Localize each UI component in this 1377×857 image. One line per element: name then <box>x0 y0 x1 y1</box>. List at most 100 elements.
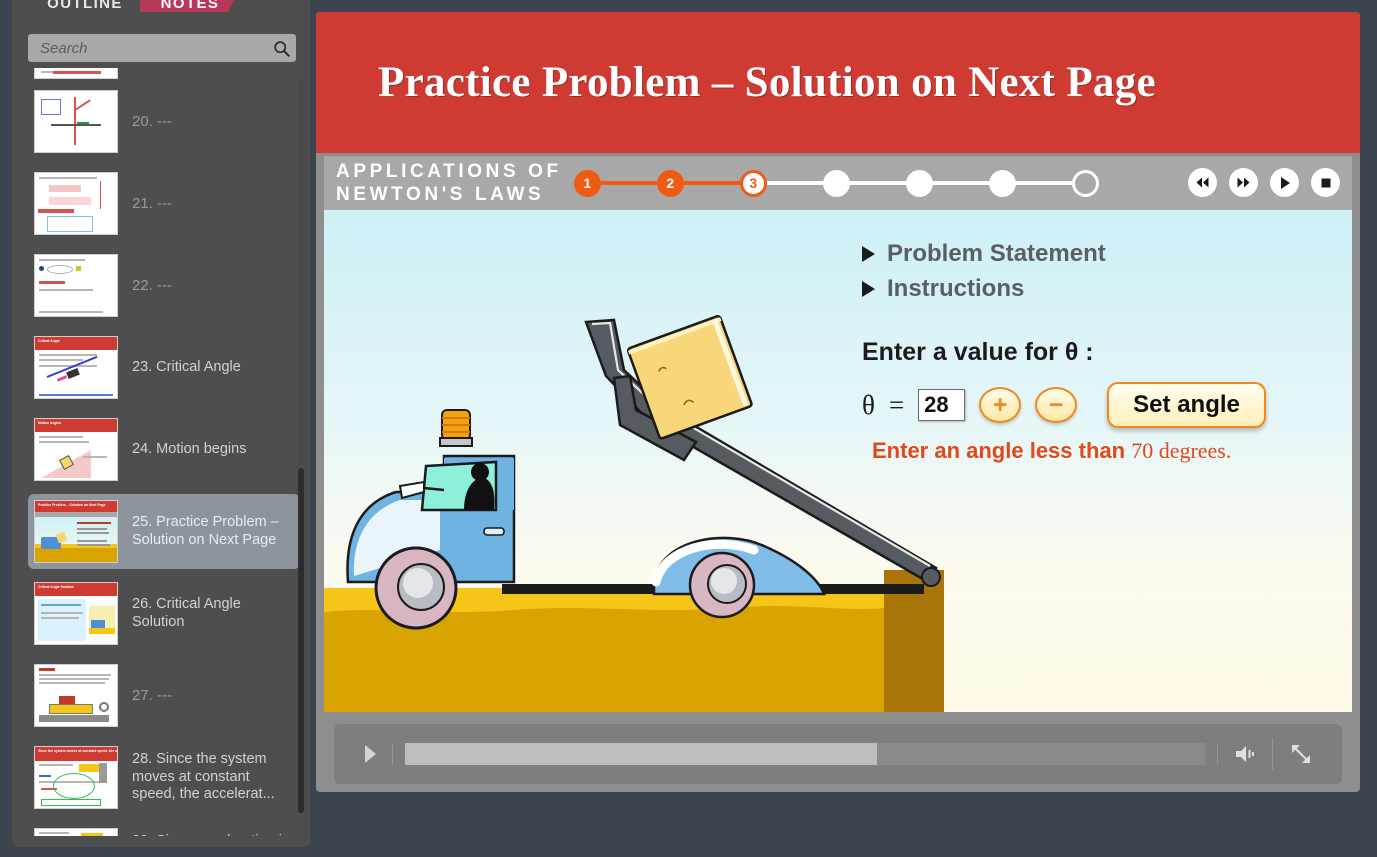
list-item[interactable]: Motion begins 24. Motion begins <box>28 412 300 487</box>
slide-thumbnail: Motion begins <box>34 418 118 481</box>
list-item[interactable]: Critical Angle 23. Critical Angle <box>28 330 300 405</box>
list-item-label: 25. Practice Problem – Solution on Next … <box>132 514 279 548</box>
slide-thumbnail <box>34 90 118 153</box>
tab-notes[interactable]: NOTES <box>140 0 240 12</box>
search-input[interactable] <box>28 39 266 57</box>
step-connector-3 <box>766 181 823 185</box>
thumbnail-title: Since the system moves at constant speed… <box>38 749 117 753</box>
thumbnail-title: Practice Problem – Solution on Next Page <box>38 503 106 507</box>
bullet-label: Problem Statement <box>887 240 1106 267</box>
step-connector-2 <box>683 181 740 185</box>
video-fullscreen-button[interactable] <box>1272 738 1328 770</box>
step-6[interactable] <box>988 169 1016 197</box>
sidebar-tabs: OUTLINE NOTES <box>12 0 310 12</box>
step-3-current[interactable]: 3 <box>739 169 767 197</box>
list-item[interactable]: Critical Angle Solution 26. Critical Ang… <box>28 576 300 651</box>
video-seek-fill <box>405 743 877 765</box>
list-item-label: 20. --- <box>132 112 173 130</box>
step-connector-1 <box>600 181 657 185</box>
video-seek-track[interactable] <box>405 743 1205 765</box>
slide-content-canvas: Problem Statement Instructions Enter a v… <box>324 210 1352 712</box>
step-4[interactable] <box>822 169 850 197</box>
step-2[interactable]: 2 <box>656 169 684 197</box>
step-1[interactable]: 1 <box>573 169 601 197</box>
slide-thumbnail: Critical Angle Solution <box>34 582 118 645</box>
list-item-selected[interactable]: Practice Problem – Solution on Next Page <box>28 494 300 569</box>
list-item-label: 24. Motion begins <box>132 440 247 457</box>
increment-button[interactable]: + <box>979 387 1022 423</box>
embedded-video-controls <box>334 724 1342 784</box>
step-1-label: 1 <box>583 175 592 191</box>
step-5[interactable] <box>905 169 933 197</box>
player-toolbar: 25 / 34 00:53 / 01:15 <box>0 792 1377 857</box>
triangle-right-icon <box>862 281 875 297</box>
list-item[interactable] <box>28 68 310 80</box>
sidebar-scrollbar[interactable] <box>298 78 304 828</box>
thumbnail-title: Critical Angle <box>38 339 60 343</box>
validation-message: Enter an angle less than 70 degrees. <box>872 438 1231 464</box>
search-icon[interactable] <box>266 40 296 57</box>
play-icon[interactable] <box>1270 168 1299 197</box>
thumbnail-title: Motion begins <box>38 421 61 425</box>
progress-stepper[interactable]: 1 2 3 <box>573 156 1099 210</box>
media-controls <box>1188 168 1340 197</box>
lms-player-app: OUTLINE NOTES Search 20. --- 21. --- 22.… <box>0 0 1377 857</box>
slide-thumbnail-list[interactable]: 20. --- 21. --- 22. --- Critical Angle 2… <box>28 68 310 836</box>
list-item[interactable]: 20. --- <box>28 84 300 159</box>
sidebar-panel: OUTLINE NOTES Search 20. --- 21. --- 22.… <box>12 0 310 847</box>
list-item-label: 26. Critical Angle Solution <box>132 596 241 630</box>
slide-thumbnail <box>34 254 118 317</box>
module-title: APPLICATIONS OF NEWTON'S LAWS <box>336 161 562 205</box>
step-connector-6 <box>1015 181 1072 185</box>
theta-symbol: θ <box>862 389 875 420</box>
validation-suffix: degrees. <box>1153 438 1232 463</box>
stop-icon[interactable] <box>1311 168 1340 197</box>
video-play-button[interactable] <box>348 744 392 764</box>
fast-forward-icon[interactable] <box>1229 168 1258 197</box>
module-nav-band: APPLICATIONS OF NEWTON'S LAWS 1 2 3 <box>324 156 1352 210</box>
bullet-label: Instructions <box>887 275 1025 302</box>
step-3-label: 3 <box>749 175 758 191</box>
slide-thumbnail: Critical Angle <box>34 336 118 399</box>
page-title: Practice Problem – Solution on Next Page <box>378 59 1156 106</box>
bullet-problem-statement[interactable]: Problem Statement <box>862 240 1106 268</box>
list-item-label: 23. Critical Angle <box>132 358 241 375</box>
slide-thumbnail: Practice Problem – Solution on Next Page <box>34 500 118 563</box>
equals-symbol: = <box>888 389 905 420</box>
list-item[interactable]: 27. --- <box>28 658 300 733</box>
bullet-instructions[interactable]: Instructions <box>862 275 1106 303</box>
list-item[interactable]: 21. --- <box>28 166 300 241</box>
tab-notes-label: NOTES <box>160 0 220 12</box>
tab-outline[interactable]: OUTLINE <box>30 0 140 12</box>
list-item[interactable]: 22. --- <box>28 248 300 323</box>
slide-stage: Practice Problem – Solution on Next Page… <box>316 12 1360 792</box>
search-bar <box>28 34 296 62</box>
scrollbar-thumb[interactable] <box>298 468 304 813</box>
video-seek-area[interactable] <box>392 743 1218 765</box>
enter-value-label: Enter a value for θ : <box>862 338 1094 366</box>
step-7[interactable] <box>1071 169 1099 197</box>
step-2-label: 2 <box>666 175 675 191</box>
validation-prefix: Enter an angle less than <box>872 438 1132 463</box>
validation-number: 70 <box>1131 438 1154 463</box>
truck-illustration <box>324 314 944 712</box>
decrement-button[interactable]: − <box>1035 387 1078 423</box>
slide-thumbnail <box>34 664 118 727</box>
theta-value-input[interactable] <box>918 389 966 421</box>
thumbnail-title: Critical Angle Solution <box>38 585 75 589</box>
plus-icon: + <box>992 390 1008 419</box>
minus-icon: − <box>1048 390 1064 419</box>
list-item-label: 22. --- <box>132 276 173 294</box>
set-angle-label: Set angle <box>1133 391 1240 418</box>
rewind-icon[interactable] <box>1188 168 1217 197</box>
bullet-list: Problem Statement Instructions <box>862 240 1106 310</box>
video-volume-button[interactable] <box>1218 744 1272 764</box>
step-connector-5 <box>932 181 989 185</box>
slide-title-banner: Practice Problem – Solution on Next Page <box>316 12 1360 153</box>
triangle-right-icon <box>862 246 875 262</box>
step-connector-4 <box>849 181 906 185</box>
set-angle-button[interactable]: Set angle <box>1107 382 1266 428</box>
scrollbar-track <box>298 78 304 466</box>
list-item-label: 21. --- <box>132 194 173 212</box>
tab-outline-label: OUTLINE <box>47 0 123 12</box>
